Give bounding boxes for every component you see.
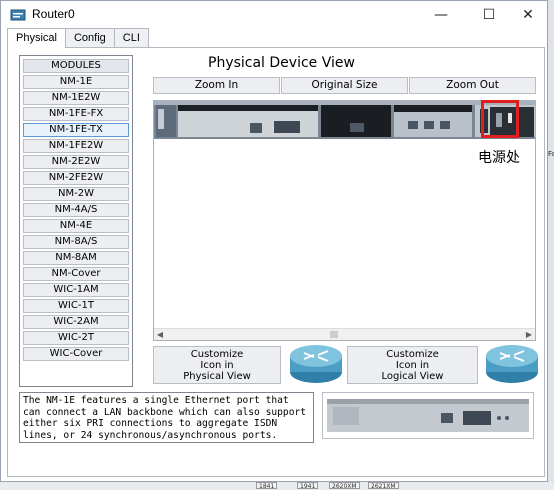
module-item[interactable]: NM-2W xyxy=(23,187,129,201)
device-label[interactable]: 2621XM xyxy=(368,482,399,490)
module-item[interactable]: NM-2E2W xyxy=(23,155,129,169)
module-item[interactable]: WIC-2T xyxy=(23,331,129,345)
device-label[interactable]: 1941 xyxy=(297,482,319,490)
router-chassis-image xyxy=(154,101,535,139)
tab-config[interactable]: Config xyxy=(64,28,115,47)
zoom-in-button[interactable]: Zoom In xyxy=(153,77,280,94)
customize-physical-button[interactable]: Customize Icon in Physical View xyxy=(153,346,281,384)
customize-logical-line3: Logical View xyxy=(381,371,444,382)
module-item[interactable]: NM-Cover xyxy=(23,267,129,281)
scroll-left-icon[interactable]: ◀ xyxy=(154,329,166,340)
background-window-edge xyxy=(548,0,554,489)
close-button[interactable]: ✕ xyxy=(511,1,545,29)
router-config-window: Router0 — ☐ ✕ Physical Config CLI MODULE… xyxy=(0,0,548,482)
module-preview-image xyxy=(327,399,529,432)
power-switch-highlight xyxy=(481,100,519,138)
customize-logical-button[interactable]: Customize Icon in Logical View xyxy=(347,346,478,384)
module-item[interactable]: NM-8AM xyxy=(23,251,129,265)
scroll-right-icon[interactable]: ▶ xyxy=(523,329,535,340)
original-size-button[interactable]: Original Size xyxy=(281,77,408,94)
module-item[interactable]: NM-1E2W xyxy=(23,91,129,105)
modules-header: MODULES xyxy=(23,59,129,73)
module-description: The NM-1E features a single Ethernet por… xyxy=(19,392,314,443)
app-icon xyxy=(10,9,26,21)
minimize-icon: — xyxy=(434,7,448,23)
module-item[interactable]: NM-4A/S xyxy=(23,203,129,217)
tab-bar: Physical Config CLI xyxy=(7,28,149,48)
customize-physical-line1: Customize xyxy=(190,349,244,360)
module-item[interactable]: NM-2FE2W xyxy=(23,171,129,185)
module-item[interactable]: NM-1E xyxy=(23,75,129,89)
module-item[interactable]: WIC-1T xyxy=(23,299,129,313)
physical-panel: MODULES NM-1E NM-1E2W NM-1FE-FX NM-1FE-T… xyxy=(7,47,545,477)
module-item[interactable]: WIC-1AM xyxy=(23,283,129,297)
background-text: Fa xyxy=(548,150,554,158)
title-bar[interactable]: Router0 — ☐ ✕ xyxy=(1,1,547,29)
module-preview xyxy=(322,392,534,439)
module-item[interactable]: WIC-Cover xyxy=(23,347,129,361)
customize-physical-line2: Icon in xyxy=(200,360,234,371)
customize-physical-line3: Physical View xyxy=(183,371,251,382)
horizontal-scrollbar[interactable]: ◀ ▶ xyxy=(154,328,535,340)
tab-cli[interactable]: CLI xyxy=(113,28,149,47)
power-annotation-label: 电源处 xyxy=(478,150,520,166)
customize-logical-line1: Customize xyxy=(386,349,439,360)
tab-physical[interactable]: Physical xyxy=(7,28,66,48)
customize-logical-line2: Icon in xyxy=(395,360,430,371)
scroll-thumb[interactable] xyxy=(330,331,338,338)
maximize-icon: ☐ xyxy=(482,7,496,23)
maximize-button[interactable]: ☐ xyxy=(472,1,506,29)
module-item-selected[interactable]: NM-1FE-TX xyxy=(23,123,129,137)
module-item[interactable]: NM-1FE2W xyxy=(23,139,129,153)
minimize-button[interactable]: — xyxy=(424,1,458,29)
physical-view-title: Physical Device View xyxy=(208,55,355,71)
physical-device-viewport[interactable]: ◀ ▶ xyxy=(153,100,536,341)
zoom-out-button[interactable]: Zoom Out xyxy=(409,77,536,94)
modules-list[interactable]: MODULES NM-1E NM-1E2W NM-1FE-FX NM-1FE-T… xyxy=(19,55,133,387)
device-label[interactable]: 2620XM xyxy=(329,482,360,490)
router-physical-icon xyxy=(290,345,342,383)
module-item[interactable]: NM-4E xyxy=(23,219,129,233)
module-item[interactable]: NM-8A/S xyxy=(23,235,129,249)
window-title: Router0 xyxy=(32,7,75,21)
close-icon: ✕ xyxy=(522,7,534,23)
router-logical-icon xyxy=(486,345,538,383)
module-item[interactable]: WIC-2AM xyxy=(23,315,129,329)
device-label[interactable]: 1841 xyxy=(256,482,278,490)
module-item[interactable]: NM-1FE-FX xyxy=(23,107,129,121)
